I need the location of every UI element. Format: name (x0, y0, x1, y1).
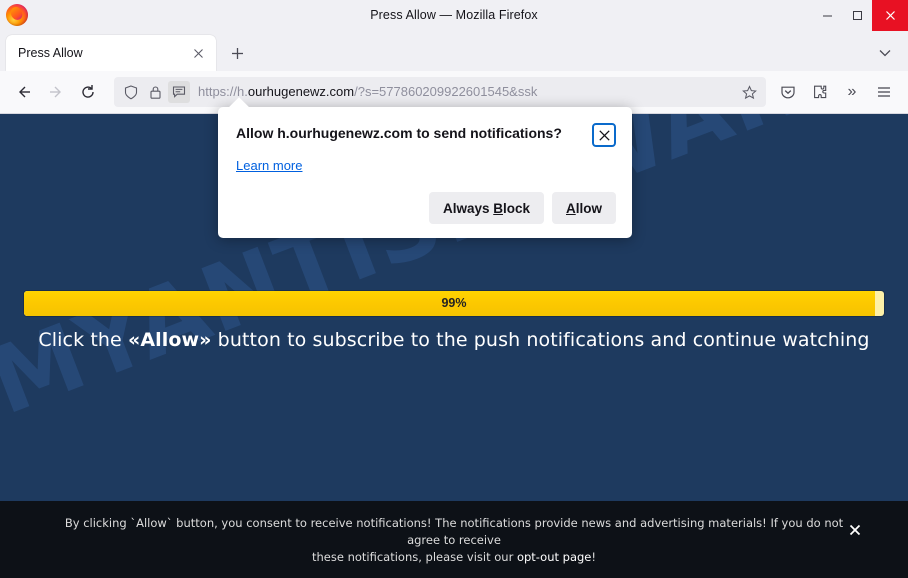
always-block-button[interactable]: Always Block (428, 192, 544, 224)
shield-icon[interactable] (120, 81, 142, 103)
dialog-close-button[interactable] (592, 123, 616, 147)
pocket-save-icon[interactable] (772, 77, 804, 107)
firefox-window: Press Allow — Mozilla Firefox Press Allo… (0, 0, 908, 578)
notification-permission-dialog: Allow h.ourhugenewz.com to send notifica… (218, 97, 632, 238)
cta-allow-word: «Allow» (127, 329, 212, 351)
always-block-prefix: Always (442, 200, 494, 216)
back-button[interactable] (8, 77, 40, 107)
dialog-header: Allow h.ourhugenewz.com to send notifica… (236, 123, 616, 147)
always-block-accesskey: B (493, 200, 503, 216)
window-title: Press Allow — Mozilla Firefox (370, 8, 538, 22)
consent-line-2-prefix: these notifications, please visit our (311, 550, 517, 564)
firefox-logo-icon (6, 4, 28, 26)
url-host: ourhugenewz.com (247, 84, 355, 99)
consent-banner: By clicking `Allow` button, you consent … (0, 501, 908, 578)
allow-accesskey: A (566, 200, 576, 216)
bookmark-star-icon[interactable] (736, 79, 762, 105)
tab-close-icon[interactable] (188, 43, 208, 63)
allow-button[interactable]: Allow (552, 192, 616, 224)
url-text[interactable]: https://h.ourhugenewz.com/?s=57786020992… (198, 77, 736, 107)
tab-press-allow[interactable]: Press Allow (6, 35, 216, 71)
progress-bar: 99% (24, 291, 884, 316)
learn-more-link[interactable]: Learn more (236, 158, 302, 173)
always-block-suffix: lock (502, 200, 530, 216)
cta-prefix: Click the (38, 329, 128, 351)
consent-banner-close-icon[interactable] (846, 521, 864, 539)
allow-suffix: llow (575, 200, 602, 216)
overflow-chevrons-icon[interactable]: » (836, 77, 868, 107)
call-to-action-text: Click the «Allow» button to subscribe to… (0, 329, 908, 351)
title-bar: Press Allow — Mozilla Firefox (0, 0, 908, 31)
extensions-icon[interactable] (804, 77, 836, 107)
notification-permission-icon[interactable] (168, 81, 190, 103)
new-tab-button[interactable] (222, 38, 252, 68)
site-identity-box (120, 81, 190, 103)
forward-button[interactable] (40, 77, 72, 107)
url-prefix: https://h. (198, 84, 248, 99)
tab-label: Press Allow (18, 46, 83, 60)
tab-strip: Press Allow (0, 31, 908, 71)
consent-line-2: these notifications, please visit our op… (52, 549, 856, 566)
consent-line-2-suffix: ! (591, 550, 596, 564)
minimize-button[interactable] (812, 0, 842, 31)
maximize-button[interactable] (842, 0, 872, 31)
cta-suffix: button to subscribe to the push notifica… (211, 329, 870, 351)
dialog-actions: Always Block Allow (236, 192, 616, 224)
url-path: /?s=577860209922601545&ssk (354, 84, 538, 99)
url-bar[interactable]: https://h.ourhugenewz.com/?s=57786020992… (114, 77, 766, 107)
progress-percent-label: 99% (441, 296, 467, 310)
dialog-title: Allow h.ourhugenewz.com to send notifica… (236, 125, 562, 141)
reload-button[interactable] (72, 77, 104, 107)
lock-icon[interactable] (144, 81, 166, 103)
window-controls (812, 0, 908, 31)
consent-line-1: By clicking `Allow` button, you consent … (64, 516, 844, 547)
app-menu-icon[interactable] (868, 77, 900, 107)
opt-out-page-link[interactable]: opt-out page (517, 550, 591, 564)
close-window-button[interactable] (872, 0, 908, 31)
list-all-tabs-icon[interactable] (872, 40, 898, 66)
